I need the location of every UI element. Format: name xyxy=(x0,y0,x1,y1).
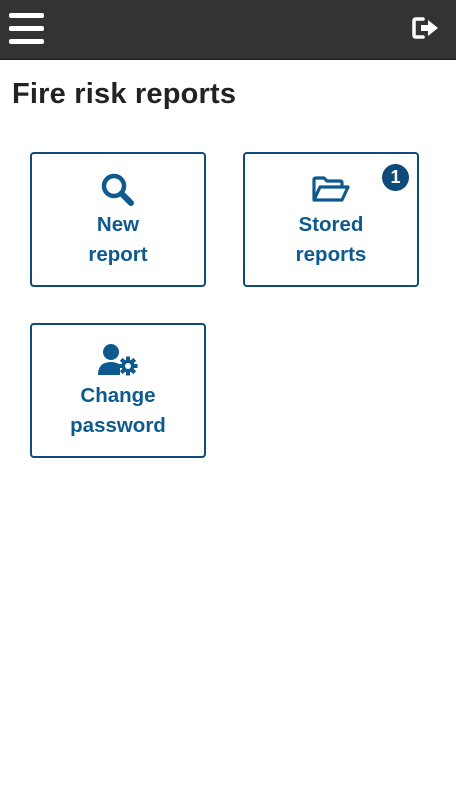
stored-reports-button[interactable]: 1 Stored reports xyxy=(243,152,419,287)
new-report-label: New report xyxy=(88,213,148,266)
page-title: Fire risk reports xyxy=(12,78,237,110)
top-bar xyxy=(0,0,456,60)
user-cog-icon xyxy=(32,343,204,379)
sign-out-icon[interactable] xyxy=(412,16,440,40)
new-report-button[interactable]: New report xyxy=(30,152,206,287)
stored-reports-count-badge: 1 xyxy=(382,164,409,191)
change-password-label: Change password xyxy=(70,384,166,437)
search-icon xyxy=(32,172,204,208)
change-password-button[interactable]: Change password xyxy=(30,323,206,458)
hamburger-menu-icon[interactable] xyxy=(9,13,44,45)
stored-reports-label: Stored reports xyxy=(295,213,367,266)
